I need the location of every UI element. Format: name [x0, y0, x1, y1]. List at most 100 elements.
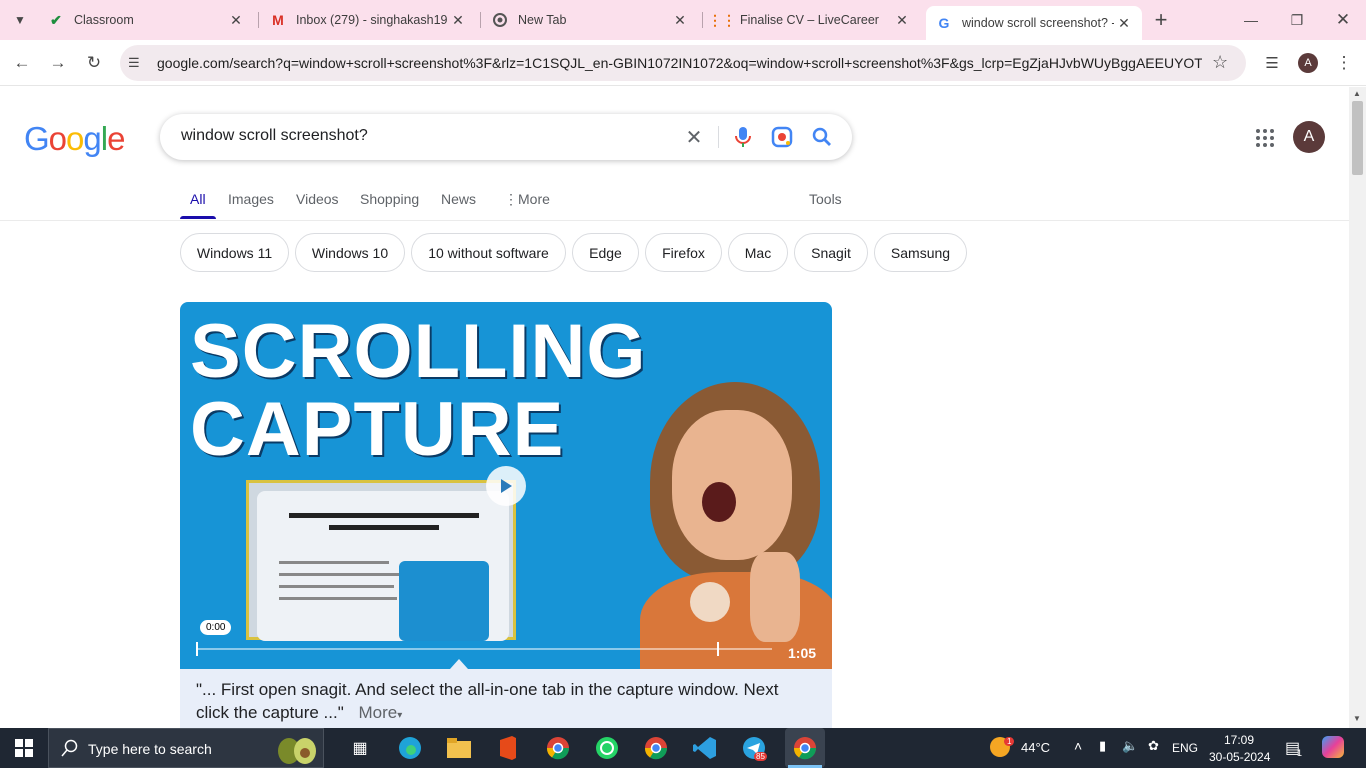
classroom-icon: ✔: [50, 11, 62, 28]
search-icon: [61, 739, 79, 762]
windows-start-icon[interactable]: [10, 734, 38, 762]
page-scrollbar[interactable]: ▲ ▼: [1349, 87, 1366, 728]
profile-avatar: A: [1298, 53, 1318, 73]
reload-button[interactable]: ↻: [79, 48, 109, 78]
office-icon[interactable]: [494, 734, 522, 762]
new-tab-button[interactable]: +: [1146, 5, 1176, 35]
back-button[interactable]: ←: [7, 48, 37, 78]
volume-icon[interactable]: 🔈: [1122, 738, 1138, 754]
tab-videos[interactable]: Videos: [296, 191, 339, 207]
close-icon[interactable]: ✕: [670, 10, 690, 30]
clock-date[interactable]: 30-05-2024: [1209, 750, 1270, 764]
bookmark-star-icon[interactable]: ☆: [1212, 52, 1228, 73]
tab-livecareer[interactable]: ⋮⋮ Finalise CV – LiveCareer ✕: [696, 0, 924, 40]
close-icon[interactable]: ✕: [226, 10, 246, 30]
more-kebab-icon[interactable]: ⋮: [504, 191, 518, 208]
scroll-down-arrow[interactable]: ▼: [1353, 714, 1361, 723]
close-window-button[interactable]: ✕: [1328, 5, 1358, 35]
chip-windows-10[interactable]: Windows 10: [295, 233, 405, 272]
tab-google-search[interactable]: G window scroll screenshot? - ✕: [926, 6, 1142, 40]
telegram-icon[interactable]: 85: [740, 734, 768, 762]
wifi-icon[interactable]: ✿: [1148, 738, 1159, 754]
battery-icon[interactable]: ▮: [1099, 738, 1106, 754]
chevron-up-icon[interactable]: ˄: [1074, 738, 1082, 754]
copilot-icon[interactable]: [1322, 736, 1344, 758]
media-controls-icon[interactable]: ☰: [1257, 48, 1287, 78]
window-illustration: [246, 480, 516, 641]
close-icon[interactable]: ✕: [448, 10, 468, 30]
progress-start-marker[interactable]: [196, 642, 198, 656]
language-indicator[interactable]: ENG: [1172, 741, 1198, 755]
task-view-icon[interactable]: ▦: [346, 734, 374, 762]
chip-firefox[interactable]: Firefox: [645, 233, 722, 272]
site-info-icon[interactable]: ☰: [128, 55, 140, 71]
chip-samsung[interactable]: Samsung: [874, 233, 967, 272]
presenter-image: [630, 362, 832, 669]
search-box[interactable]: window scroll screenshot? ✕: [160, 114, 852, 160]
video-progress-track[interactable]: [196, 648, 772, 650]
address-bar[interactable]: ☰ google.com/search?q=window+scroll+scre…: [120, 45, 1246, 81]
video-headline-line2: CAPTURE: [190, 387, 565, 472]
clear-icon[interactable]: ✕: [682, 125, 706, 149]
tab-classroom[interactable]: ✔ Classroom ✕: [30, 0, 258, 40]
lens-icon[interactable]: [770, 125, 794, 149]
chrome-s-icon[interactable]: [544, 734, 572, 762]
google-logo[interactable]: Google: [24, 120, 125, 158]
chip-mac[interactable]: Mac: [728, 233, 788, 272]
apps-grid-icon[interactable]: [1255, 128, 1275, 148]
search-input[interactable]: window scroll screenshot?: [181, 127, 368, 145]
menu-kebab-icon[interactable]: ⋮: [1329, 48, 1359, 78]
tab-gmail[interactable]: M Inbox (279) - singhakash192 ✕: [252, 0, 480, 40]
minimize-button[interactable]: —: [1236, 5, 1266, 35]
chip-edge[interactable]: Edge: [572, 233, 639, 272]
tab-news[interactable]: News: [441, 191, 476, 207]
chip-snagit[interactable]: Snagit: [794, 233, 868, 272]
chrome-profile-icon[interactable]: [642, 734, 670, 762]
edge-icon[interactable]: [396, 734, 424, 762]
tools-button[interactable]: Tools: [809, 191, 842, 207]
tab-shopping[interactable]: Shopping: [360, 191, 419, 207]
temperature: 44°C: [1021, 740, 1051, 755]
logo-letter: e: [107, 120, 125, 157]
close-icon[interactable]: ✕: [1114, 13, 1134, 33]
caption-more-link[interactable]: More: [359, 703, 398, 722]
tab-strip: ▼ ✔ Classroom ✕ M Inbox (279) - singhaka…: [0, 0, 1366, 40]
notification-count: 1: [1297, 748, 1303, 758]
chip-windows-11[interactable]: Windows 11: [180, 233, 289, 272]
video-caption: "... First open snagit. And select the a…: [180, 669, 832, 728]
taskbar-search-placeholder: Type here to search: [88, 741, 212, 757]
telegram-badge: 85: [754, 752, 767, 761]
search-icon[interactable]: [810, 125, 834, 149]
restore-button[interactable]: ❐: [1282, 5, 1312, 35]
progress-end-marker: [717, 642, 719, 656]
tab-title: window scroll screenshot? -: [962, 16, 1114, 30]
whatsapp-icon[interactable]: [593, 734, 621, 762]
tab-title: Finalise CV – LiveCareer: [740, 13, 879, 27]
file-explorer-icon[interactable]: [445, 734, 473, 762]
scroll-up-arrow[interactable]: ▲: [1353, 89, 1361, 98]
logo-letter: o: [48, 120, 67, 157]
forward-button[interactable]: →: [43, 48, 73, 78]
logo-letter: o: [66, 120, 84, 157]
video-player[interactable]: SCROLLING CAPTURE 0:00 1:05: [180, 302, 832, 669]
clock-time[interactable]: 17:09: [1224, 733, 1254, 747]
vscode-icon[interactable]: [691, 734, 719, 762]
tab-new-tab[interactable]: New Tab ✕: [474, 0, 702, 40]
close-icon[interactable]: ✕: [892, 10, 912, 30]
chip-without-software[interactable]: 10 without software: [411, 233, 566, 272]
tab-title: Inbox (279) - singhakash192: [296, 13, 448, 27]
tab-images[interactable]: Images: [228, 191, 274, 207]
play-button[interactable]: [486, 466, 526, 506]
microphone-icon[interactable]: [731, 125, 755, 149]
account-avatar[interactable]: A: [1293, 121, 1325, 153]
taskbar-search-box[interactable]: Type here to search: [48, 728, 324, 768]
scrollbar-thumb[interactable]: [1352, 101, 1363, 175]
profile-button[interactable]: A: [1293, 48, 1323, 78]
avocado-icon: [275, 733, 319, 765]
tab-more[interactable]: More: [518, 191, 550, 207]
current-time-tooltip: 0:00: [200, 620, 232, 635]
gmail-icon: M: [272, 12, 284, 28]
tab-all[interactable]: All: [190, 191, 206, 207]
chrome-active-icon[interactable]: [785, 728, 825, 768]
url-text: google.com/search?q=window+scroll+screen…: [157, 55, 1202, 71]
